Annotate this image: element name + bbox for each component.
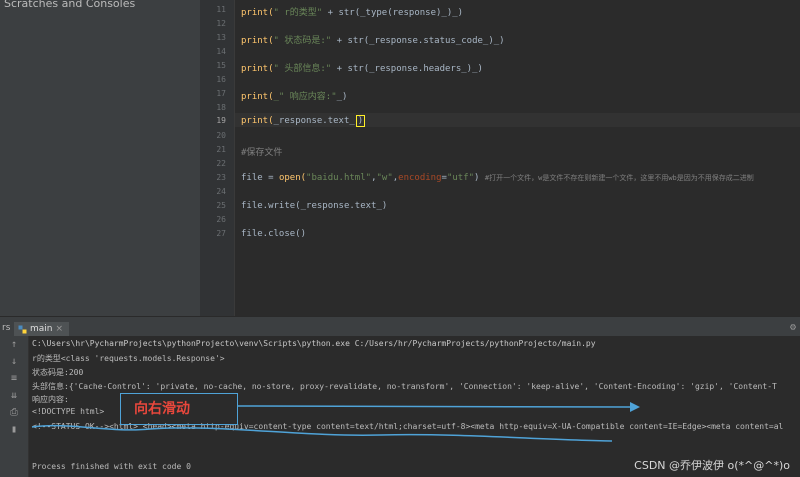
code-line-23[interactable]: file = open("baidu.html","w",encoding="u… — [241, 173, 754, 183]
matching-brace: ) — [355, 115, 366, 127]
run-toolbar-vertical: ↑ ↓ ≡ ⇊ ⎙ ▮ — [0, 336, 29, 477]
code-line-25[interactable]: file.write(_response.text_) — [241, 201, 387, 211]
project-tree-item-scratches[interactable]: Scratches and Consoles — [4, 0, 135, 10]
console-line: 头部信息:{'Cache-Control': 'private, no-cach… — [32, 382, 777, 391]
line-number: 25 — [216, 201, 226, 210]
code-line-27[interactable]: file.close() — [241, 229, 306, 239]
line-number: 14 — [216, 47, 226, 56]
code-token: "utf" — [446, 173, 475, 183]
code-token: "w" — [376, 173, 393, 183]
code-token: #打开一个文件，w是文件不存在则新建一个文件，这里不用wb是因为不用保存成二进制 — [484, 174, 754, 182]
gear-icon[interactable]: ⚙ — [790, 322, 796, 333]
console-line: r的类型<class 'requests.models.Response'> — [32, 354, 225, 363]
print-icon[interactable]: ⎙ — [9, 407, 19, 418]
code-token: encoding — [398, 173, 442, 183]
project-panel: Scratches and Consoles — [0, 0, 201, 316]
code-editor[interactable]: print(" r的类型" + str(_type(response)_)_) … — [235, 0, 800, 316]
line-number: 23 — [216, 173, 226, 182]
code-token: print( — [241, 64, 274, 74]
soft-wrap-icon[interactable]: ≡ — [9, 373, 19, 384]
line-number: 11 — [216, 5, 226, 14]
python-icon — [18, 325, 27, 333]
console-line: 状态码是:200 — [32, 368, 84, 377]
code-token: print( — [241, 8, 274, 18]
code-token: print( — [241, 36, 274, 46]
scroll-to-end-icon[interactable]: ⇊ — [9, 390, 19, 401]
code-line-19[interactable]: print(_response.text_) — [241, 115, 366, 127]
code-token: + str(_response.headers_)_) — [331, 64, 483, 74]
annotation-text: 向右滑动 — [134, 401, 190, 417]
console-line: <!DOCTYPE html> — [32, 407, 105, 416]
line-number: 24 — [216, 187, 226, 196]
code-line-21-comment[interactable]: #保存文件 — [241, 145, 282, 158]
code-token: _response.text_ — [273, 116, 355, 126]
code-token: + str(_response.status_code_)_) — [331, 36, 505, 46]
line-number: 18 — [216, 103, 226, 112]
trash-icon[interactable]: ▮ — [9, 424, 19, 435]
line-number: 22 — [216, 159, 226, 168]
code-token: file = — [241, 173, 279, 183]
run-side-label: rs — [2, 323, 11, 333]
console-line: 响应内容: — [32, 395, 69, 404]
code-token: _" 响应内容:" — [273, 92, 337, 102]
run-tab-label: main — [30, 324, 53, 334]
line-number: 21 — [216, 145, 226, 154]
code-line-11[interactable]: print(" r的类型" + str(_type(response)_)_) — [241, 5, 463, 18]
close-icon[interactable]: × — [56, 324, 64, 334]
code-token: " 头部信息:" — [273, 64, 332, 74]
line-number: 12 — [216, 19, 226, 28]
code-line-17[interactable]: print(_" 响应内容:"_) — [241, 89, 347, 102]
line-number: 16 — [216, 75, 226, 84]
line-number: 26 — [216, 215, 226, 224]
code-token: + str(_type(response)_)_) — [322, 8, 464, 18]
line-number: 17 — [216, 89, 226, 98]
code-token: open( — [278, 173, 307, 183]
arrow-up-icon[interactable]: ↑ — [9, 339, 19, 350]
line-number: 20 — [216, 131, 226, 140]
console-line: C:\Users\hr\PycharmProjects\pythonProjec… — [32, 339, 596, 348]
run-tab-main[interactable]: main × — [14, 322, 70, 336]
code-token: " 状态码是:" — [273, 36, 332, 46]
line-number: 15 — [216, 61, 226, 70]
line-number: 27 — [216, 229, 226, 238]
line-number-gutter: 11 12 13 14 15 16 17 18 19 20 21 22 23 2… — [200, 0, 235, 316]
code-token: _) — [336, 92, 348, 102]
code-token: print( — [241, 92, 274, 102]
code-line-15[interactable]: print(" 头部信息:" + str(_response.headers_)… — [241, 61, 483, 74]
code-line-13[interactable]: print(" 状态码是:" + str(_response.status_co… — [241, 33, 505, 46]
watermark: CSDN @乔伊波伊 o(*^@^*)o — [634, 459, 790, 472]
code-token: print( — [241, 116, 274, 126]
console-line-process-finished: Process finished with exit code 0 — [32, 462, 191, 471]
run-toolbar: rs main × ⚙ — [0, 322, 800, 337]
code-token: "baidu.html" — [306, 173, 372, 183]
code-token: " r的类型" — [273, 8, 323, 18]
arrow-down-icon[interactable]: ↓ — [9, 356, 19, 367]
code-token: ) — [474, 173, 485, 183]
line-number: 13 — [216, 33, 226, 42]
line-number-current: 19 — [216, 116, 226, 125]
